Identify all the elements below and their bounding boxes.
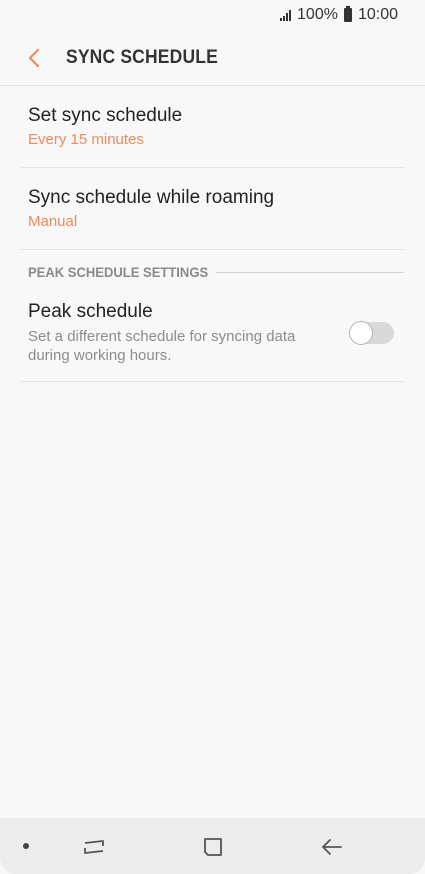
roaming-sync-schedule-item[interactable]: Sync schedule while roaming Manual [21,168,404,250]
section-header: PEAK SCHEDULE SETTINGS [21,250,404,294]
dot-icon [23,843,29,849]
app-bar: SYNC SCHEDULE [0,30,425,86]
signal-icon [280,9,292,21]
peak-schedule-toggle[interactable] [349,320,394,345]
navigation-bar [0,818,425,874]
section-header-label: PEAK SCHEDULE SETTINGS [28,264,209,280]
set-sync-schedule-item[interactable]: Set sync schedule Every 15 minutes [21,86,404,168]
back-nav-button[interactable] [315,832,349,862]
setting-description: Set a different schedule for syncing dat… [28,328,296,364]
setting-title: Sync schedule while roaming [28,187,275,208]
setting-title: Peak schedule [28,301,153,322]
battery-percent: 100% [297,6,338,23]
home-button[interactable] [196,832,230,862]
page-title: SYNC SCHEDULE [66,46,218,68]
status-bar: 100% 10:00 [0,0,425,30]
setting-value: Every 15 minutes [28,131,144,148]
recent-apps-button[interactable] [77,832,111,862]
home-icon [204,838,222,856]
clock: 10:00 [357,6,398,23]
back-arrow-icon [322,839,342,855]
section-divider [215,271,404,273]
settings-list: Set sync schedule Every 15 minutes Sync … [21,86,404,382]
peak-schedule-text: Peak schedule Set a different schedule f… [28,300,350,365]
recent-apps-icon [84,840,104,854]
toggle-knob [349,320,373,345]
setting-title: Set sync schedule [28,105,183,126]
peak-schedule-item[interactable]: Peak schedule Set a different schedule f… [21,294,404,382]
chevron-left-icon [28,48,40,67]
battery-icon [343,6,352,22]
back-button[interactable] [14,38,54,78]
setting-value: Manual [28,213,78,230]
